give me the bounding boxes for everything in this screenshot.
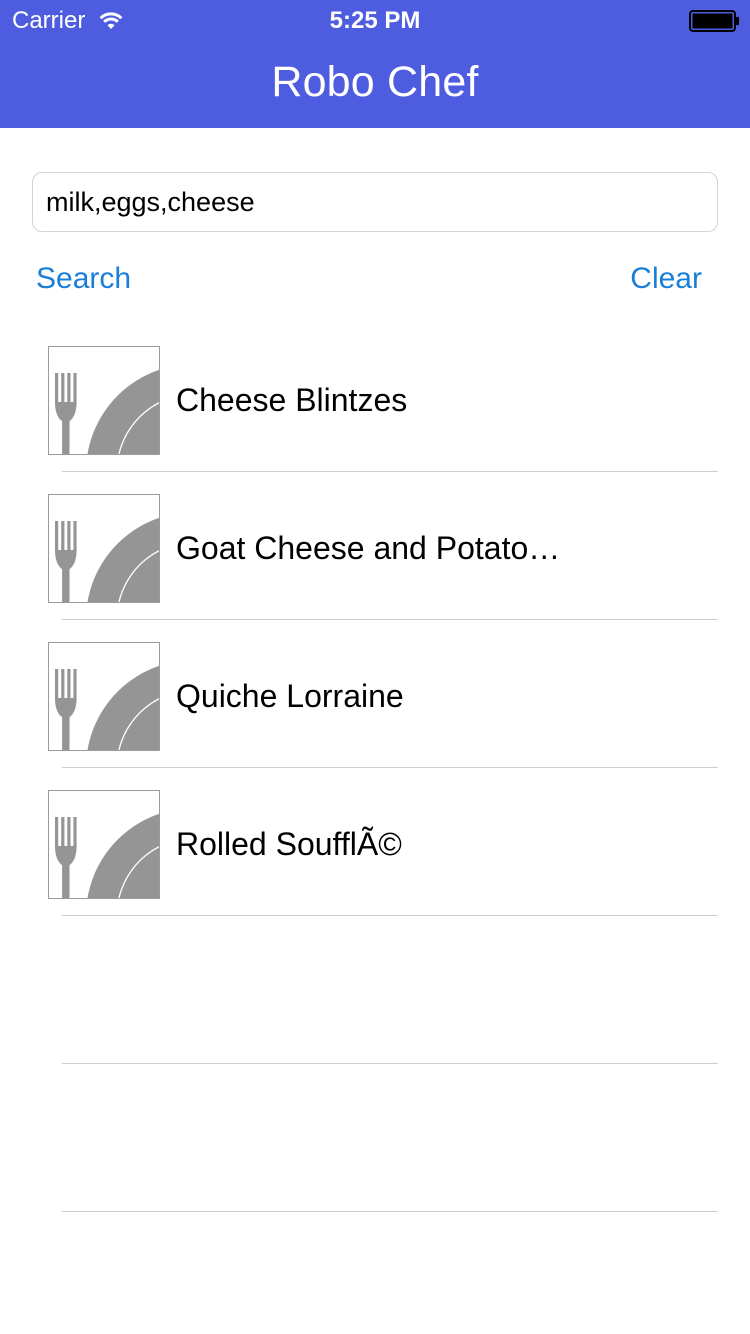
- fork-plate-icon: [48, 790, 160, 899]
- clear-button[interactable]: Clear: [630, 262, 702, 296]
- search-button[interactable]: Search: [36, 262, 131, 296]
- status-time: 5:25 PM: [329, 7, 421, 34]
- ingredients-search-input[interactable]: [32, 172, 718, 232]
- fork-plate-icon: [48, 494, 160, 603]
- row-divider: [62, 1210, 718, 1212]
- battery-icon: [689, 10, 741, 32]
- recipe-name: Goat Cheese and Potato…: [176, 530, 561, 566]
- recipe-name: Quiche Lorraine: [176, 678, 404, 714]
- recipe-row[interactable]: Rolled SoufflÃ©: [0, 768, 750, 916]
- recipe-row[interactable]: Cheese Blintzes: [0, 324, 750, 472]
- recipe-row[interactable]: Goat Cheese and Potato…: [0, 472, 750, 620]
- fork-plate-icon: [48, 346, 160, 455]
- page-title: Robo Chef: [271, 58, 479, 106]
- navigation-header: Carrier 5:25 PM Robo Chef: [0, 0, 750, 128]
- empty-row: [0, 1064, 750, 1212]
- recipe-list: Cheese Blintzes Goat Cheese and Potato…: [0, 324, 750, 1212]
- empty-row: [0, 916, 750, 1064]
- status-bar: Carrier 5:25 PM: [0, 0, 750, 40]
- fork-plate-icon: [48, 642, 160, 751]
- recipe-name: Cheese Blintzes: [176, 382, 408, 418]
- recipe-name: Rolled SoufflÃ©: [176, 826, 402, 862]
- recipe-row[interactable]: Quiche Lorraine: [0, 620, 750, 768]
